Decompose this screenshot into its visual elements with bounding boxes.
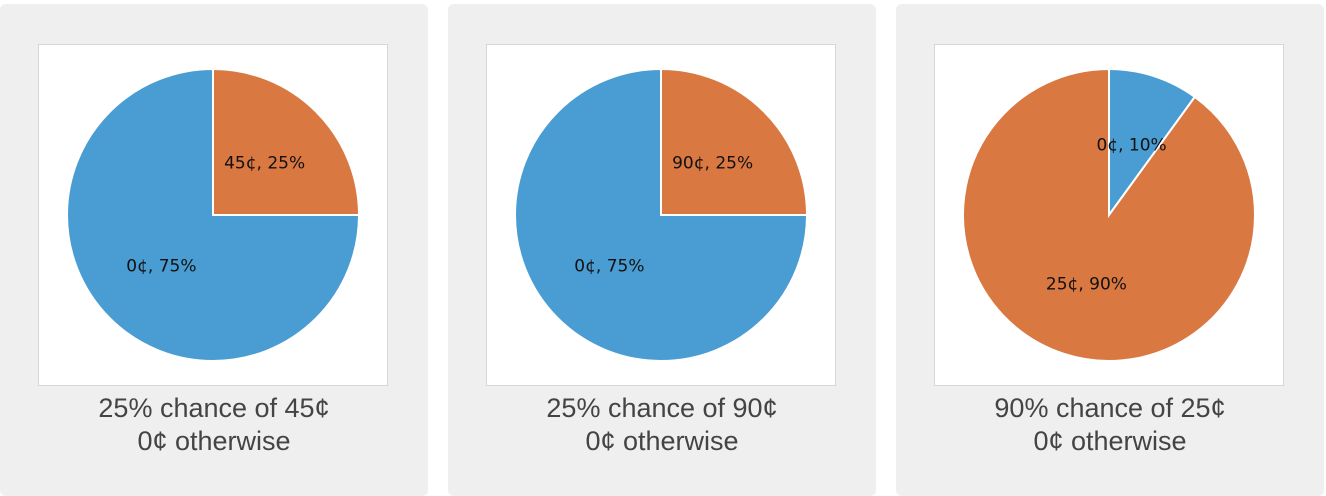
gamble-options-row: 45¢, 25% 0¢, 75% 25% chance of 45¢ 0¢ oth… xyxy=(0,0,1326,496)
pie-chart-frame: 45¢, 25% 0¢, 75% xyxy=(38,44,388,386)
pie-slice-label: 0¢, 10% xyxy=(1096,136,1166,156)
pie-chart-frame: 0¢, 10% 25¢, 90% xyxy=(934,44,1284,386)
pie-chart-frame: 90¢, 25% 0¢, 75% xyxy=(486,44,836,386)
option-caption: 25% chance of 90¢ 0¢ otherwise xyxy=(448,392,876,458)
pie-slice xyxy=(660,67,809,216)
option-caption: 90% chance of 25¢ 0¢ otherwise xyxy=(896,392,1324,458)
pie-chart: 90¢, 25% 0¢, 75% xyxy=(514,67,809,362)
caption-line-1: 90% chance of 25¢ xyxy=(994,393,1226,423)
option-caption: 25% chance of 45¢ 0¢ otherwise xyxy=(0,392,428,458)
gamble-option-card-3[interactable]: 0¢, 10% 25¢, 90% 90% chance of 25¢ 0¢ oth… xyxy=(896,4,1324,496)
pie-slice-label: 0¢, 75% xyxy=(126,257,196,277)
pie-slice xyxy=(962,67,1256,362)
caption-line-2: 0¢ otherwise xyxy=(137,426,291,456)
pie-slice-label: 90¢, 25% xyxy=(672,153,753,173)
pie-slice-label: 45¢, 25% xyxy=(224,153,305,173)
caption-line-1: 25% chance of 45¢ xyxy=(98,393,330,423)
caption-line-2: 0¢ otherwise xyxy=(1033,426,1187,456)
caption-line-2: 0¢ otherwise xyxy=(585,426,739,456)
gamble-option-card-2[interactable]: 90¢, 25% 0¢, 75% 25% chance of 90¢ 0¢ oth… xyxy=(448,4,876,496)
pie-chart: 0¢, 10% 25¢, 90% xyxy=(962,67,1256,362)
pie-slice-label: 0¢, 75% xyxy=(574,257,644,277)
pie-slice xyxy=(212,67,361,216)
caption-line-1: 25% chance of 90¢ xyxy=(546,393,778,423)
pie-chart: 45¢, 25% 0¢, 75% xyxy=(66,67,361,362)
pie-slice-label: 25¢, 90% xyxy=(1046,274,1127,294)
gamble-option-card-1[interactable]: 45¢, 25% 0¢, 75% 25% chance of 45¢ 0¢ oth… xyxy=(0,4,428,496)
